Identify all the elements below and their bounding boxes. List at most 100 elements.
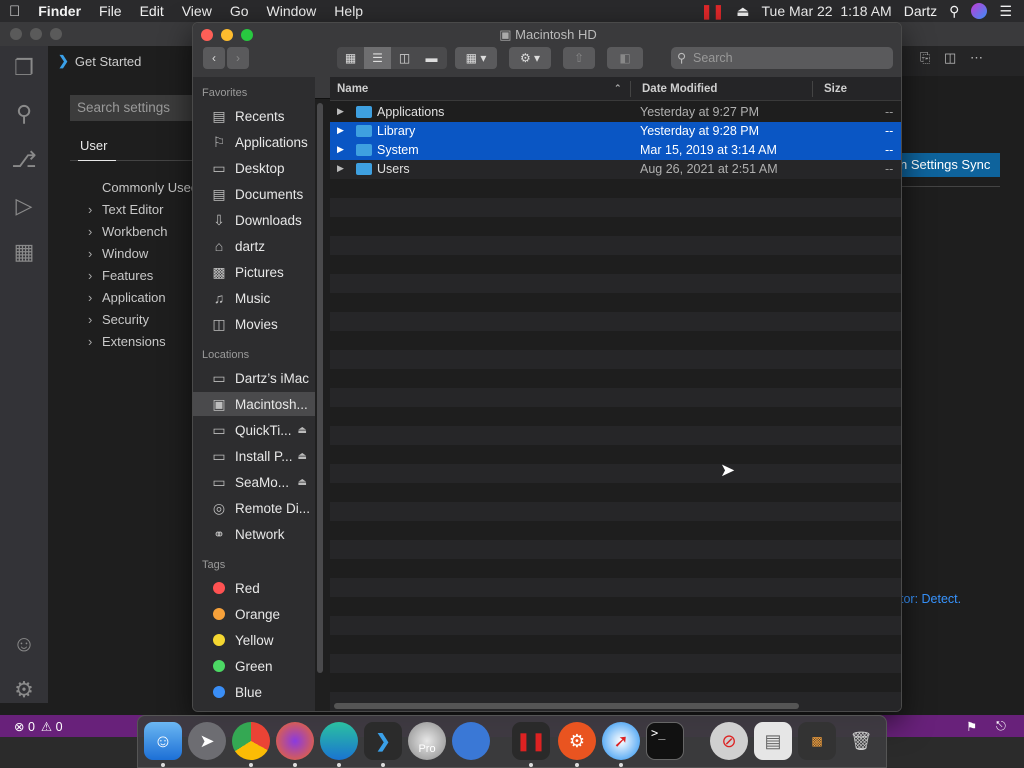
chrome-dock-icon[interactable] bbox=[232, 722, 270, 760]
settings-tree-item[interactable]: › Extensions bbox=[88, 334, 166, 349]
sidebar-item-macintosh-hd[interactable]: ▣ Macintosh... bbox=[193, 392, 315, 416]
search-icon[interactable]: ⚲ bbox=[10, 100, 38, 128]
settings-tree-item[interactable]: › Workbench bbox=[88, 224, 168, 239]
run-debug-icon[interactable]: ▷ bbox=[10, 192, 38, 220]
group-by-button[interactable]: ▦ ▾ bbox=[455, 47, 497, 69]
menu-go[interactable]: Go bbox=[221, 3, 258, 19]
sidebar-item-pictures[interactable]: ▩ Pictures bbox=[193, 260, 315, 284]
sidebar-item-downloads[interactable]: ⇩ Downloads bbox=[193, 208, 315, 232]
sidebar-item-music[interactable]: ♫ Music bbox=[193, 286, 315, 310]
back-button[interactable]: ‹ bbox=[203, 47, 225, 69]
edge-dock-icon[interactable] bbox=[320, 722, 358, 760]
sidebar-item-quicktime[interactable]: ▭ QuickTi... ⏏ bbox=[193, 418, 315, 442]
sidebar-item-seamo[interactable]: ▭ SeaMo... ⏏ bbox=[193, 470, 315, 494]
eject-icon[interactable]: ⏏ bbox=[298, 451, 307, 462]
sidebar-item-remote-disc[interactable]: ◎ Remote Di... bbox=[193, 496, 315, 520]
open-settings-json-icon[interactable]: ⎘ bbox=[920, 50, 930, 65]
trash-dock-icon[interactable]: 🗑 bbox=[842, 722, 880, 760]
share-icon[interactable]: ⇧ bbox=[563, 47, 595, 69]
sidebar-item-documents[interactable]: ▤ Documents bbox=[193, 182, 315, 206]
sidebar-scrollbar[interactable] bbox=[317, 103, 323, 673]
column-header-size[interactable]: Size bbox=[824, 83, 847, 95]
close-button[interactable] bbox=[201, 29, 213, 41]
sort-chevron-icon[interactable]: ⌃ bbox=[614, 83, 622, 94]
sidebar-item-movies[interactable]: ◫ Movies bbox=[193, 312, 315, 336]
sidebar-item-network[interactable]: ⚭ Network bbox=[193, 522, 315, 546]
notifications-bell-icon[interactable]: ⎋ bbox=[996, 719, 1006, 734]
parallels-dock-icon[interactable]: ❚❚ bbox=[512, 722, 550, 760]
firefox-dock-icon[interactable] bbox=[276, 722, 314, 760]
settings-tree-item[interactable]: › Window bbox=[88, 246, 148, 261]
column-view-icon[interactable]: ◫ bbox=[391, 47, 418, 69]
file-row-library[interactable]: ▶ Library Yesterday at 9:28 PM -- bbox=[330, 122, 901, 141]
settings-tree-item[interactable]: › Application bbox=[88, 290, 166, 305]
minimize-button[interactable] bbox=[221, 29, 233, 41]
column-header-date[interactable]: Date Modified bbox=[642, 83, 717, 95]
tab-get-started[interactable]: ❯ Get Started bbox=[48, 46, 198, 76]
zoom-dot[interactable] bbox=[50, 28, 62, 40]
source-control-icon[interactable]: ⎇ bbox=[10, 146, 38, 174]
disclosure-triangle-icon[interactable]: ▶ bbox=[337, 106, 344, 117]
settings-tree-item[interactable]: Commonly Used bbox=[102, 180, 198, 195]
recording-indicator-icon[interactable]: ❚❚ bbox=[701, 3, 724, 20]
sidebar-tag-blue[interactable]: Blue bbox=[193, 680, 315, 704]
manage-gear-icon[interactable]: ⚙ bbox=[10, 676, 38, 704]
detect-link[interactable]: tor: Detect. bbox=[900, 592, 961, 606]
horizontal-scrollbar[interactable] bbox=[334, 703, 799, 709]
spotlight-icon[interactable]: ⚲ bbox=[949, 3, 959, 20]
close-dot[interactable] bbox=[10, 28, 22, 40]
apple-menu-icon[interactable]:  bbox=[0, 3, 29, 20]
disclosure-triangle-icon[interactable]: ▶ bbox=[337, 144, 344, 155]
feedback-icon[interactable]: ⚑ bbox=[966, 719, 977, 734]
settings-tree-item[interactable]: › Security bbox=[88, 312, 149, 327]
sidebar-tag-red[interactable]: Red bbox=[193, 576, 315, 600]
sidebar-tag-yellow[interactable]: Yellow bbox=[193, 628, 315, 652]
control-center-icon[interactable]: ☰ bbox=[999, 3, 1012, 20]
sidebar-tag-green[interactable]: Green bbox=[193, 654, 315, 678]
icon-view-icon[interactable]: ▦ bbox=[337, 47, 364, 69]
eject-icon[interactable]: ⏏ bbox=[298, 477, 307, 488]
list-view-icon[interactable]: ☰ bbox=[364, 47, 391, 69]
downloads-stack-icon[interactable]: ▤ bbox=[754, 722, 792, 760]
explorer-icon[interactable]: ❐ bbox=[10, 54, 38, 82]
sidebar-item-install[interactable]: ▭ Install P... ⏏ bbox=[193, 444, 315, 468]
tab-user-settings[interactable]: User bbox=[80, 138, 107, 153]
terminal-dock-icon[interactable]: >_ bbox=[646, 722, 684, 760]
sidebar-item-dartz[interactable]: ⌂ dartz bbox=[193, 234, 315, 258]
user-menu[interactable]: Dartz bbox=[904, 3, 937, 19]
file-row-applications[interactable]: ▶ Applications Yesterday at 9:27 PM -- bbox=[330, 103, 901, 122]
errors-status[interactable]: ⊗ 0 bbox=[14, 719, 35, 734]
sidebar-tag-orange[interactable]: Orange bbox=[193, 602, 315, 626]
settings-tree-item[interactable]: › Features bbox=[88, 268, 153, 283]
sidebar-item-imac[interactable]: ▭ Dartz’s iMac bbox=[193, 366, 315, 390]
menu-file[interactable]: File bbox=[90, 3, 131, 19]
forward-button[interactable]: › bbox=[227, 47, 249, 69]
vscode-dock-icon[interactable]: ❯ bbox=[364, 722, 402, 760]
minimize-dot[interactable] bbox=[30, 28, 42, 40]
menu-edit[interactable]: Edit bbox=[131, 3, 173, 19]
siri-icon[interactable] bbox=[971, 3, 988, 19]
more-actions-icon[interactable]: ⋯ bbox=[970, 50, 983, 65]
eject-menu-icon[interactable]: ⏏ bbox=[736, 3, 749, 20]
split-editor-icon[interactable]: ◫ bbox=[944, 50, 956, 65]
search-field[interactable]: ⚲ Search bbox=[671, 47, 893, 69]
menu-window[interactable]: Window bbox=[258, 3, 326, 19]
screenshots-stack-icon[interactable]: ▩ bbox=[798, 722, 836, 760]
file-row-system[interactable]: ▶ System Mar 15, 2019 at 3:14 AM -- bbox=[330, 141, 901, 160]
finder-dock-icon[interactable]: ☺ bbox=[144, 722, 182, 760]
zoom-button[interactable] bbox=[241, 29, 253, 41]
launchpad-dock-icon[interactable]: ➤ bbox=[188, 722, 226, 760]
disclosure-triangle-icon[interactable]: ▶ bbox=[337, 163, 344, 174]
gallery-view-icon[interactable]: ▬ bbox=[418, 47, 445, 69]
sidebar-item-recents[interactable]: ▤ Recents bbox=[193, 104, 315, 128]
tag-icon[interactable]: ◧ bbox=[607, 47, 643, 69]
google-earth-pro-dock-icon[interactable]: Pro bbox=[408, 722, 446, 760]
chromium-dock-icon[interactable] bbox=[452, 722, 490, 760]
disclosure-triangle-icon[interactable]: ▶ bbox=[337, 125, 344, 136]
sidebar-item-applications[interactable]: ⚐ Applications bbox=[193, 130, 315, 154]
file-row-users[interactable]: ▶ Users Aug 26, 2021 at 2:51 AM -- bbox=[330, 160, 901, 179]
sidebar-item-desktop[interactable]: ▭ Desktop bbox=[193, 156, 315, 180]
safari-dock-icon[interactable]: ➚ bbox=[602, 722, 640, 760]
ubuntu-dock-icon[interactable]: ⚙ bbox=[558, 722, 596, 760]
eject-icon[interactable]: ⏏ bbox=[298, 425, 307, 436]
